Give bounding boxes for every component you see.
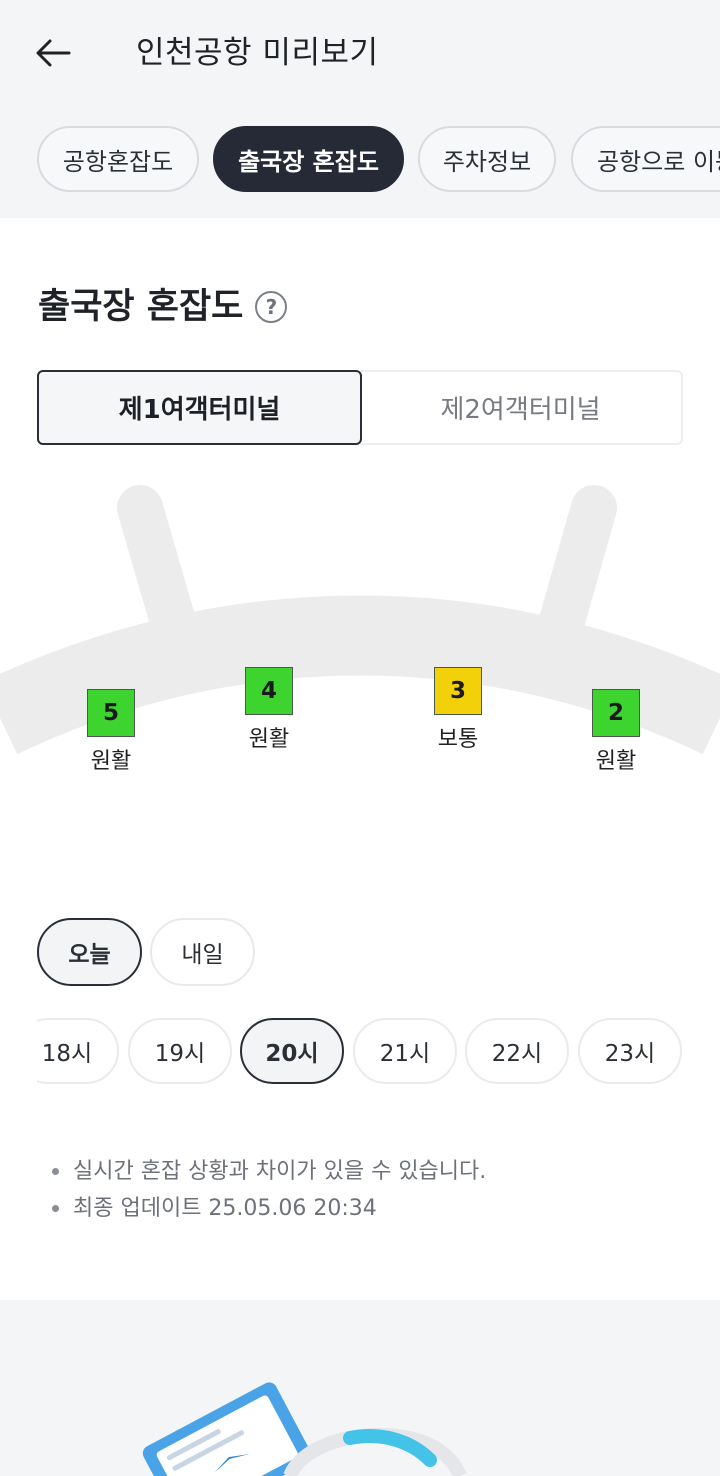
category-tabs[interactable]: 공항혼잡도 출국장 혼잡도 주차정보 공항으로 이동	[0, 126, 720, 198]
day-today-button[interactable]: 오늘	[37, 918, 142, 986]
hour-18-button[interactable]: 18시	[37, 1018, 119, 1084]
departure-congestion-card: 출국장 혼잡도 ? 제1여객터미널 제2여객터미널 5 원활 4 원활 3 보통…	[0, 218, 720, 1300]
terminal-outline	[0, 485, 720, 866]
hour-20-button[interactable]: 20시	[240, 1018, 344, 1084]
back-arrow-icon[interactable]	[30, 30, 76, 76]
gate-5[interactable]: 5 원활	[71, 689, 151, 775]
hour-23-button[interactable]: 23시	[578, 1018, 682, 1084]
tab-airport-congestion[interactable]: 공항혼잡도	[37, 126, 199, 192]
hour-21-button[interactable]: 21시	[353, 1018, 457, 1084]
notice-list: 실시간 혼잡 상황과 차이가 있을 수 있습니다. 최종 업데이트 25.05.…	[52, 1153, 486, 1227]
hour-19-button[interactable]: 19시	[128, 1018, 232, 1084]
gate-status-label: 원활	[248, 727, 290, 752]
notice-text: 실시간 혼잡 상황과 차이가 있을 수 있습니다.	[73, 1159, 487, 1184]
section-title: 출국장 혼잡도 ?	[38, 284, 288, 330]
tab-move-to-airport[interactable]: 공항으로 이동	[571, 126, 720, 192]
terminal-2-button[interactable]: 제2여객터미널	[360, 370, 683, 445]
app-header: 인천공항 미리보기 공항혼잡도 출국장 혼잡도 주차정보 공항으로 이동	[0, 0, 720, 218]
question-icon[interactable]: ?	[255, 291, 288, 323]
tab-parking-info[interactable]: 주차정보	[418, 126, 556, 192]
terminal-selector: 제1여객터미널 제2여객터미널	[37, 370, 683, 445]
hour-selector[interactable]: 18시 19시 20시 21시 22시 23시	[37, 1016, 683, 1088]
gate-number-badge: 2	[592, 689, 640, 737]
gate-4[interactable]: 4 원활	[229, 667, 309, 753]
section-title-text: 출국장 혼잡도	[38, 287, 244, 327]
gate-number-badge: 4	[245, 667, 293, 715]
gate-status-label: 원활	[595, 749, 637, 774]
gate-number-badge: 5	[87, 689, 135, 737]
notice-item: 실시간 혼잡 상황과 차이가 있을 수 있습니다.	[52, 1153, 486, 1190]
tab-departure-congestion[interactable]: 출국장 혼잡도	[213, 126, 404, 192]
bullet-icon	[52, 1168, 59, 1175]
last-update-text: 최종 업데이트 25.05.06 20:34	[73, 1196, 377, 1221]
gate-3[interactable]: 3 보통	[418, 667, 498, 753]
terminal-1-button[interactable]: 제1여객터미널	[37, 370, 362, 445]
gate-status-label: 보통	[437, 727, 479, 752]
gate-number-badge: 3	[434, 667, 482, 715]
day-selector: 오늘 내일	[37, 918, 677, 988]
page-title: 인천공항 미리보기	[136, 35, 379, 71]
notice-item: 최종 업데이트 25.05.06 20:34	[52, 1190, 486, 1227]
gate-status-label: 원활	[90, 749, 132, 774]
gate-2[interactable]: 2 원활	[576, 689, 656, 775]
terminal-map: 5 원활 4 원활 3 보통 2 원활	[0, 478, 720, 878]
boarding-pass-icon	[142, 1382, 467, 1476]
hour-22-button[interactable]: 22시	[465, 1018, 569, 1084]
bullet-icon	[52, 1205, 59, 1212]
promo-illustration	[0, 1300, 720, 1476]
day-tomorrow-button[interactable]: 내일	[150, 918, 255, 986]
